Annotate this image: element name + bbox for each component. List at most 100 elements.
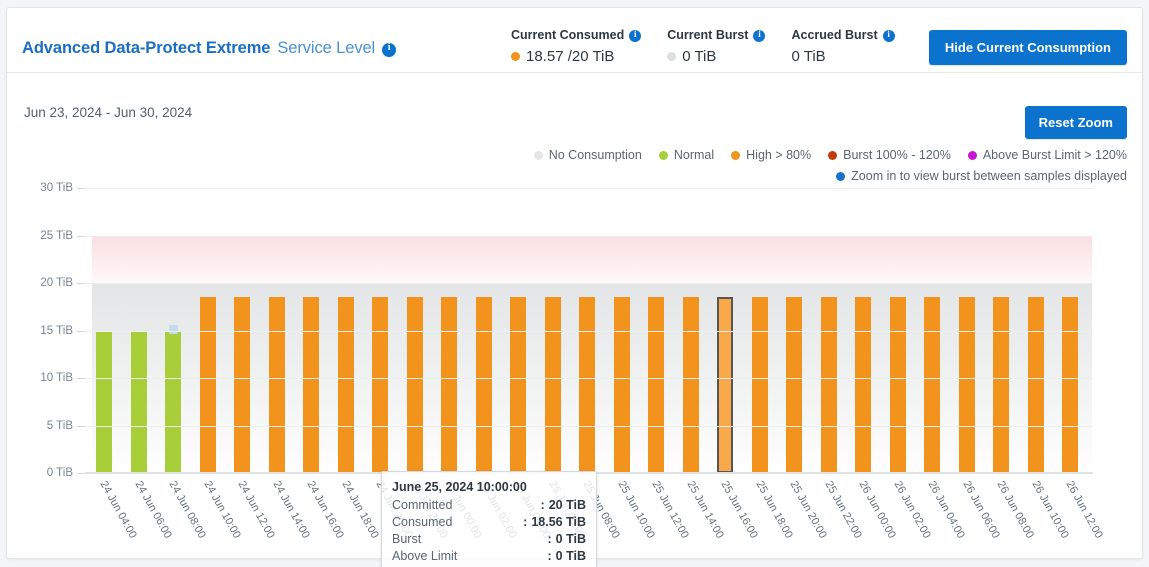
legend-item-label: No Consumption <box>549 148 642 162</box>
legend-item[interactable]: Burst 100% - 120% <box>828 148 951 162</box>
legend-item[interactable]: Above Burst Limit > 120% <box>968 148 1127 162</box>
stat-accrued-burst: Accrued Burst 0 TiB <box>791 28 894 65</box>
gridline <box>85 331 1093 332</box>
tooltip-row-separator: : <box>541 497 545 514</box>
legend-item[interactable]: Zoom in to view burst between samples di… <box>836 169 1127 183</box>
x-axis-tick-label: 24 Jun 12:00 <box>236 479 277 540</box>
bar[interactable] <box>200 297 216 473</box>
stat-value-text: 18.57 /20 TiB <box>526 48 614 65</box>
bar[interactable] <box>890 297 906 473</box>
legend-row-secondary: Zoom in to view burst between samples di… <box>502 169 1127 183</box>
y-axis-tick-label: 10 TiB <box>40 372 73 384</box>
x-axis-tick-label: 26 Jun 00:00 <box>857 479 898 540</box>
x-axis-tick-label: 24 Jun 08:00 <box>167 479 208 540</box>
bar[interactable] <box>269 297 285 473</box>
legend-swatch-icon <box>731 151 740 160</box>
gridline <box>85 236 1093 237</box>
gridline <box>85 188 1093 189</box>
bar[interactable] <box>165 332 181 473</box>
x-axis-tick-label: 25 Jun 20:00 <box>788 479 829 540</box>
service-level-card: Advanced Data-Protect Extreme Service Le… <box>6 7 1143 559</box>
bar[interactable] <box>924 297 940 473</box>
bar[interactable] <box>338 297 354 473</box>
info-icon[interactable] <box>382 43 396 57</box>
bar[interactable] <box>1062 297 1078 473</box>
tooltip-row-value: 20 TiB <box>549 497 586 514</box>
bar[interactable] <box>855 297 871 473</box>
x-axis-tick-label: 26 Jun 10:00 <box>1029 479 1070 540</box>
info-icon[interactable] <box>629 30 641 42</box>
bar[interactable] <box>648 297 664 473</box>
tooltip-row-key: Burst <box>392 531 547 548</box>
x-axis-tick-label: 24 Jun 18:00 <box>339 479 380 540</box>
x-axis-tick-label: 26 Jun 08:00 <box>995 479 1036 540</box>
bar[interactable] <box>545 297 561 473</box>
y-axis-tick <box>77 331 85 332</box>
status-dot <box>667 52 676 61</box>
bar[interactable] <box>407 297 423 473</box>
bar[interactable] <box>476 297 492 473</box>
bar[interactable] <box>372 297 388 473</box>
bar[interactable] <box>821 297 837 473</box>
chart-legend: No Consumption Normal High > 80% Burst 100%… <box>502 148 1127 183</box>
bar[interactable] <box>96 332 112 473</box>
bar[interactable] <box>1028 297 1044 473</box>
tooltip-row-separator: : <box>523 514 527 531</box>
tooltip-row-value: 0 TiB <box>556 531 586 548</box>
legend-item[interactable]: Normal <box>659 148 714 162</box>
bar-selected[interactable] <box>717 297 733 473</box>
tooltip-row-key: Consumed <box>392 514 523 531</box>
y-axis-tick <box>77 378 85 379</box>
consumption-chart: 0 TiB5 TiB10 TiB15 TiB20 TiB25 TiB30 TiB… <box>7 188 1142 558</box>
bar[interactable] <box>752 297 768 473</box>
info-icon[interactable] <box>753 30 765 42</box>
bar[interactable] <box>131 332 147 473</box>
bar[interactable] <box>579 297 595 473</box>
tooltip-row: Above Limit:0 TiB <box>392 548 586 565</box>
stat-value: 0 TiB <box>791 48 894 65</box>
bar[interactable] <box>959 297 975 473</box>
bar[interactable] <box>786 297 802 473</box>
x-axis-tick-label: 26 Jun 02:00 <box>891 479 932 540</box>
tooltip-row: Committed:20 TiB <box>392 497 586 514</box>
bar[interactable] <box>441 297 457 473</box>
x-axis-tick-label: 26 Jun 04:00 <box>926 479 967 540</box>
bar[interactable] <box>510 297 526 473</box>
plot-area <box>85 188 1125 473</box>
legend-item-label: Normal <box>674 148 714 162</box>
stat-label-text: Current Consumed <box>511 28 624 42</box>
status-dot <box>511 52 520 61</box>
stat-label-text: Current Burst <box>667 28 748 42</box>
x-axis: 24 Jun 04:0024 Jun 06:0024 Jun 08:0024 J… <box>85 475 1125 565</box>
tooltip-row-value: 18.56 TiB <box>531 514 586 531</box>
bar[interactable] <box>303 297 319 473</box>
y-axis-tick <box>77 426 85 427</box>
bar[interactable] <box>683 297 699 473</box>
y-axis-tick-label: 30 TiB <box>40 182 73 194</box>
legend-item[interactable]: No Consumption <box>534 148 642 162</box>
y-axis-tick-label: 0 TiB <box>47 467 73 479</box>
chart-tooltip: June 25, 2024 10:00:00 Committed:20 TiBC… <box>381 471 597 567</box>
bar[interactable] <box>614 297 630 473</box>
tooltip-row-key: Above Limit <box>392 548 547 565</box>
page-title: Advanced Data-Protect Extreme Service Le… <box>22 39 396 58</box>
reset-zoom-button[interactable]: Reset Zoom <box>1025 106 1127 139</box>
gridline <box>85 426 1093 427</box>
stat-value-text: 0 TiB <box>791 48 825 65</box>
y-axis: 0 TiB5 TiB10 TiB15 TiB20 TiB25 TiB30 TiB <box>21 188 73 473</box>
hide-current-consumption-button[interactable]: Hide Current Consumption <box>929 30 1127 65</box>
x-axis-tick-label: 24 Jun 14:00 <box>270 479 311 540</box>
legend-item[interactable]: High > 80% <box>731 148 811 162</box>
x-axis-tick-label: 25 Jun 10:00 <box>615 479 656 540</box>
tooltip-row-key: Committed <box>392 497 541 514</box>
legend-swatch-icon <box>828 151 837 160</box>
legend-swatch-icon <box>659 151 668 160</box>
bar[interactable] <box>993 297 1009 473</box>
bar[interactable] <box>234 297 250 473</box>
tooltip-rows: Committed:20 TiBConsumed:18.56 TiBBurst:… <box>392 497 586 567</box>
app-root: Advanced Data-Protect Extreme Service Le… <box>0 0 1149 567</box>
gridline <box>85 378 1093 379</box>
y-axis-tick <box>77 473 85 474</box>
y-axis-tick <box>77 188 85 189</box>
info-icon[interactable] <box>883 30 895 42</box>
